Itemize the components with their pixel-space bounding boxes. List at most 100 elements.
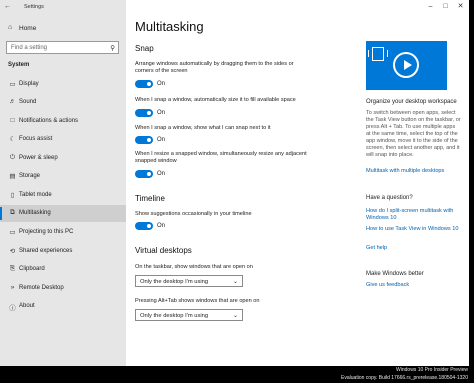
sidebar-item-label: Shared experiences [19, 248, 73, 254]
speaker-icon: ♬ [9, 98, 16, 105]
sidebar-item-tablet-mode[interactable]: ▯ Tablet mode [0, 187, 126, 204]
snap-heading: Snap [135, 44, 154, 53]
settings-window: ← Settings ⌂ Home Find a setting ⚲ Syste… [0, 0, 469, 366]
sidebar-item-clipboard[interactable]: ⎘ Clipboard [0, 261, 126, 278]
sidebar-item-label: Multitasking [19, 210, 51, 216]
toggle-state-label: On [157, 223, 166, 229]
main-content: – □ ✕ Multitasking Snap Arrange windows … [126, 0, 469, 366]
sidebar-item-label: Focus assist [19, 136, 53, 142]
search-input[interactable]: Find a setting ⚲ [6, 41, 119, 54]
sidebar-item-label: Sound [19, 99, 37, 105]
organize-text: To switch between open apps, select the … [366, 110, 461, 158]
toggle-knob [147, 172, 151, 176]
power-icon: ⏻ [9, 154, 16, 161]
timeline-heading: Timeline [135, 194, 165, 203]
active-indicator [0, 207, 2, 220]
sidebar-item-label: Storage [19, 173, 41, 179]
toggle-knob [147, 111, 151, 115]
timeline-toggle[interactable] [135, 222, 153, 230]
sidebar-item-power-sleep[interactable]: ⏻ Power & sleep [0, 150, 126, 167]
watermark-line-1: Windows 10 Pro Insider Preview [396, 367, 468, 373]
home-nav-item[interactable]: ⌂ Home [4, 24, 122, 35]
toggle-state-label: On [157, 137, 166, 143]
toggle-state-label: On [157, 171, 166, 177]
toggle-knob [147, 82, 151, 86]
sidebar-item-notifications[interactable]: □ Notifications & actions [0, 113, 126, 130]
tablet-icon: ▯ [10, 192, 15, 199]
play-icon [393, 52, 419, 78]
maximize-icon[interactable]: □ [438, 0, 453, 13]
sidebar-section-heading: System [8, 62, 30, 68]
watermark-line-2: Evaluation copy. Build 17666.rs_prerelea… [341, 375, 468, 381]
get-help-link[interactable]: Get help [366, 245, 466, 252]
notification-icon: □ [10, 117, 15, 124]
search-placeholder: Find a setting [11, 44, 48, 51]
snap-setting-desc: When I resize a snapped window, simultan… [135, 151, 307, 164]
home-label: Home [19, 25, 37, 32]
home-icon: ⌂ [8, 24, 13, 31]
page-title: Multitasking [135, 19, 204, 34]
snap-arrange-toggle[interactable] [135, 80, 153, 88]
snap-setting-desc: Arrange windows automatically by draggin… [135, 61, 294, 74]
task-view-icon [368, 47, 388, 61]
sidebar-item-multitasking[interactable]: ⧉ Multitasking [0, 205, 126, 222]
title-bar: ← Settings [0, 0, 126, 13]
select-value: Only the desktop I'm using [140, 278, 209, 285]
sidebar-item-projecting[interactable]: ▭ Projecting to this PC [0, 224, 126, 241]
chevron-down-icon: ⌄ [232, 312, 238, 319]
sidebar-item-shared-experiences[interactable]: ⟲ Shared experiences [0, 243, 126, 260]
chevron-down-icon: ⌄ [232, 278, 238, 285]
sidebar-item-about[interactable]: ⓘ About [0, 298, 126, 315]
moon-icon: ☾ [9, 136, 16, 143]
snap-resize-toggle[interactable] [135, 170, 153, 178]
select-value: Only the desktop I'm using [140, 312, 209, 319]
multitask-desktops-link[interactable]: Multitask with multiple desktops [366, 168, 466, 175]
organize-heading: Organize your desktop workspace [366, 99, 457, 105]
sidebar-item-display[interactable]: ▭ Display [0, 76, 126, 93]
sidebar-item-label: Display [19, 81, 39, 87]
snap-autosize-toggle[interactable] [135, 109, 153, 117]
info-icon: ⓘ [9, 305, 16, 312]
remote-desktop-icon: » [10, 284, 15, 291]
sidebar-item-label: Projecting to this PC [19, 229, 74, 235]
alttab-windows-select[interactable]: Only the desktop I'm using ⌄ [135, 309, 243, 321]
toggle-state-label: On [157, 110, 166, 116]
sidebar-item-focus-assist[interactable]: ☾ Focus assist [0, 131, 126, 148]
sidebar-item-sound[interactable]: ♬ Sound [0, 94, 126, 111]
multitasking-video-thumbnail[interactable] [366, 41, 447, 90]
window-title: Settings [24, 3, 44, 10]
timeline-desc: Show suggestions occasionally in your ti… [135, 211, 252, 217]
sidebar: ← Settings ⌂ Home Find a setting ⚲ Syste… [0, 0, 126, 366]
clipboard-icon: ⎘ [9, 265, 16, 272]
sidebar-item-label: Power & sleep [19, 155, 58, 161]
taskbar-windows-select[interactable]: Only the desktop I'm using ⌄ [135, 275, 243, 287]
question-heading: Have a question? [366, 195, 413, 201]
sidebar-item-label: Notifications & actions [19, 118, 79, 124]
shared-icon: ⟲ [9, 248, 16, 255]
help-link-task-view[interactable]: How to use Task View in Windows 10 [366, 226, 466, 233]
sidebar-item-storage[interactable]: ▤ Storage [0, 168, 126, 185]
toggle-state-label: On [157, 81, 166, 87]
sidebar-item-remote-desktop[interactable]: » Remote Desktop [0, 280, 126, 297]
snap-setting-desc: When I snap a window, show what I can sn… [135, 125, 271, 131]
search-icon: ⚲ [110, 44, 115, 52]
close-icon[interactable]: ✕ [453, 0, 468, 13]
alttab-windows-label: Pressing Alt+Tab shows windows that are … [135, 298, 260, 304]
snap-setting-desc: When I snap a window, automatically size… [135, 97, 296, 103]
sidebar-item-label: Clipboard [19, 266, 45, 272]
help-link-split-screen[interactable]: How do I split-screen multitask with Win… [366, 208, 466, 222]
feedback-heading: Make Windows better [366, 271, 424, 277]
projector-icon: ▭ [9, 229, 16, 236]
storage-icon: ▤ [9, 173, 16, 180]
taskbar-windows-label: On the taskbar, show windows that are op… [135, 264, 253, 270]
monitor-icon: ▭ [9, 81, 16, 88]
toggle-knob [147, 138, 151, 142]
snap-assist-toggle[interactable] [135, 136, 153, 144]
back-arrow-icon[interactable]: ← [4, 3, 11, 10]
minimize-icon[interactable]: – [423, 0, 438, 13]
toggle-knob [147, 224, 151, 228]
give-feedback-link[interactable]: Give us feedback [366, 282, 466, 289]
sidebar-item-label: Tablet mode [19, 192, 52, 198]
multitasking-icon: ⧉ [10, 209, 15, 216]
sidebar-item-label: About [19, 303, 35, 309]
